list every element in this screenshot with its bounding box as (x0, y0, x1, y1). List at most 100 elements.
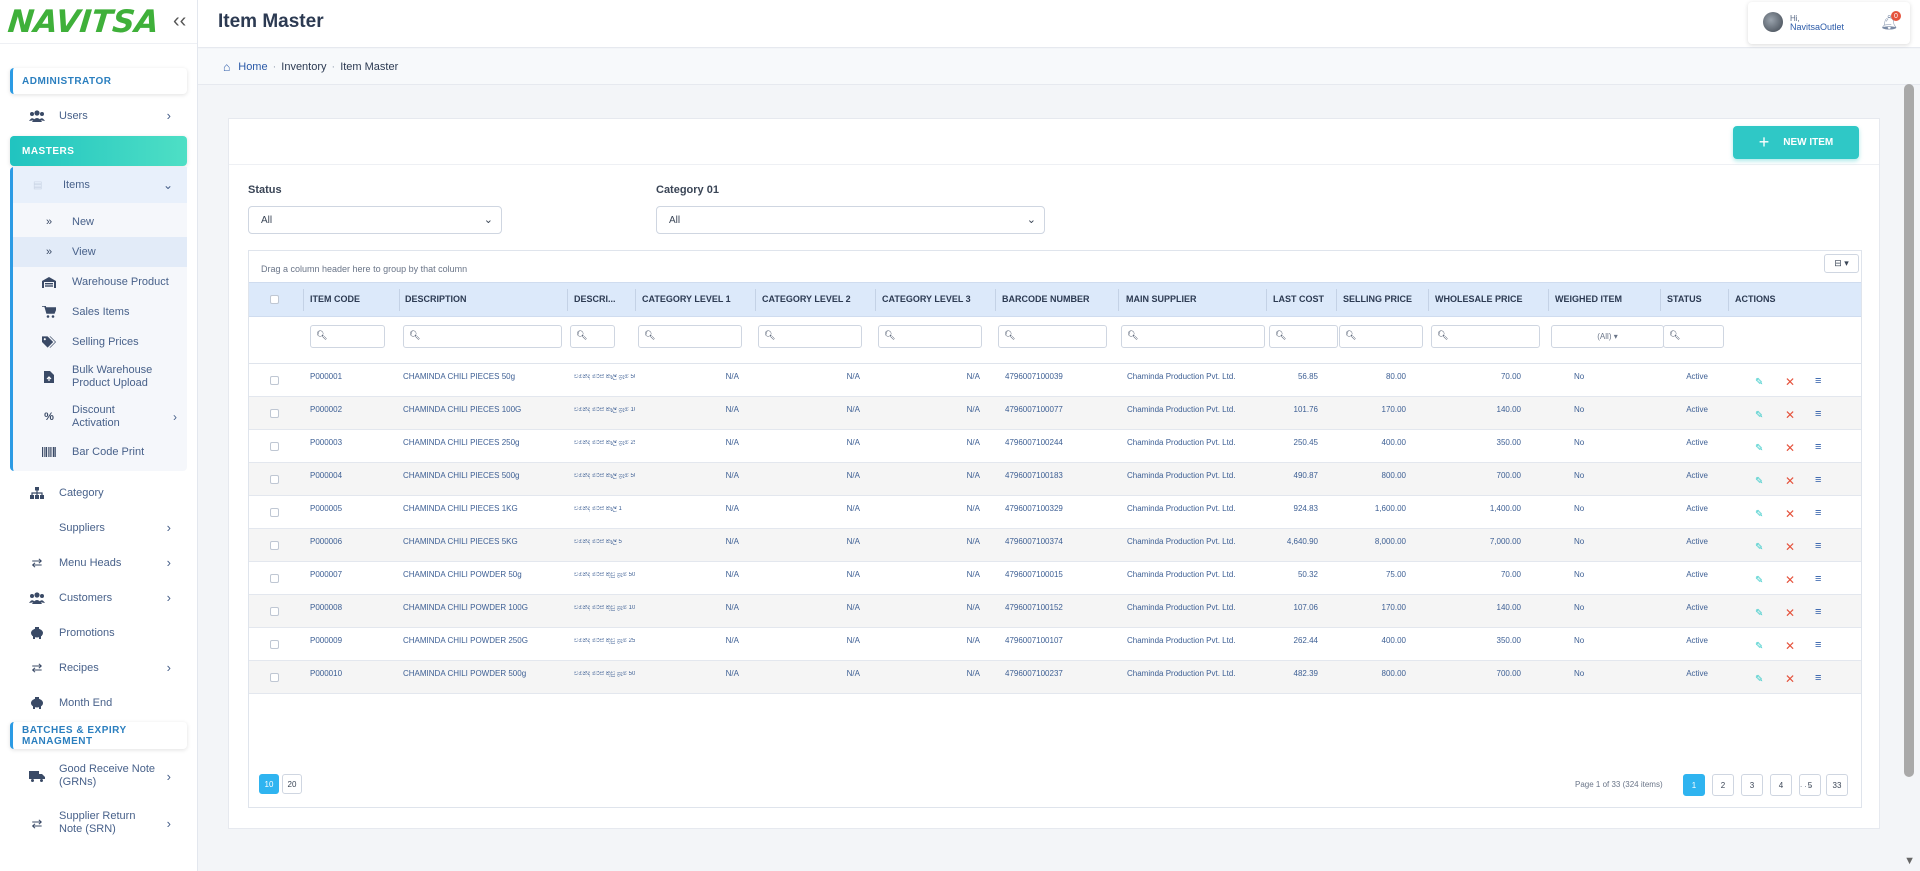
column-header-status[interactable]: STATUS (1667, 294, 1702, 304)
avatar[interactable] (1763, 12, 1783, 32)
delete-icon[interactable]: ✕ (1785, 639, 1795, 653)
row-checkbox[interactable] (270, 640, 279, 649)
menu-icon[interactable]: ≡ (1815, 507, 1821, 519)
new-item-button[interactable]: + NEW ITEM (1733, 126, 1859, 159)
page-last[interactable]: 33 (1826, 774, 1848, 796)
column-separator[interactable] (399, 289, 400, 311)
delete-icon[interactable]: ✕ (1785, 540, 1795, 554)
sidebar-item-items[interactable]: ▤ Items ⌄ (13, 167, 187, 203)
row-checkbox[interactable] (270, 541, 279, 550)
edit-icon[interactable]: ✎ (1755, 410, 1763, 421)
column-header-descri[interactable]: DESCRI... (574, 294, 616, 304)
menu-icon[interactable]: ≡ (1815, 639, 1821, 651)
edit-icon[interactable]: ✎ (1755, 608, 1763, 619)
column-header-main-supplier[interactable]: MAIN SUPPLIER (1126, 294, 1197, 304)
section-header-masters[interactable]: MASTERS (10, 136, 187, 166)
delete-icon[interactable]: ✕ (1785, 507, 1795, 521)
breadcrumb-section[interactable]: Inventory (281, 61, 326, 73)
table-row[interactable]: P000001 CHAMINDA CHILI PIECES 50g චමින්ද ම… (249, 364, 1861, 397)
submenu-warehouse-product[interactable]: Warehouse Product (13, 267, 187, 297)
column-filter-input[interactable]: 🔍︎ (1339, 325, 1423, 348)
edit-icon[interactable]: ✎ (1755, 674, 1763, 685)
column-filter-input[interactable]: 🔍︎ (1121, 325, 1265, 348)
sidebar-item-grn[interactable]: Good Receive Note (GRNs) › (0, 754, 197, 798)
category-filter-select[interactable]: All ⌄ (656, 206, 1045, 234)
column-separator[interactable] (1428, 289, 1429, 311)
column-separator[interactable] (1548, 289, 1549, 311)
sidebar-item-suppliers[interactable]: Suppliers › (0, 510, 197, 545)
column-header-weighed-item[interactable]: WEIGHED ITEM (1555, 294, 1622, 304)
collapse-sidebar-icon[interactable]: ‹‹ (173, 10, 186, 33)
sidebar-item-month-end[interactable]: Month End (0, 685, 197, 720)
column-header-wholesale-price[interactable]: WHOLESALE PRICE (1435, 294, 1523, 304)
table-row[interactable]: P000005 CHAMINDA CHILI PIECES 1KG චමින්ද ම… (249, 496, 1861, 529)
delete-icon[interactable]: ✕ (1785, 672, 1795, 686)
table-row[interactable]: P000009 CHAMINDA CHILI POWDER 250G චමින්ද … (249, 628, 1861, 661)
sidebar-item-recipes[interactable]: ⇄ Recipes › (0, 650, 197, 685)
submenu-bar-code-print[interactable]: Bar Code Print (13, 437, 187, 467)
column-filter-input[interactable]: 🔍︎ (1269, 325, 1338, 348)
column-header-selling-price[interactable]: SELLING PRICE (1343, 294, 1412, 304)
column-header-last-cost[interactable]: LAST COST (1273, 294, 1324, 304)
page-size-20[interactable]: 20 (282, 774, 302, 794)
submenu-sales-items[interactable]: Sales Items (13, 297, 187, 327)
home-icon[interactable]: ⌂ (223, 60, 230, 74)
submenu-new[interactable]: » New (13, 207, 187, 237)
row-checkbox[interactable] (270, 376, 279, 385)
column-separator[interactable] (1728, 289, 1729, 311)
page-scrollbar[interactable] (1904, 84, 1914, 777)
column-separator[interactable] (303, 289, 304, 311)
column-filter-input[interactable]: 🔍︎ (638, 325, 742, 348)
column-chooser-button[interactable]: ⊟ ▾ (1824, 254, 1859, 273)
menu-icon[interactable]: ≡ (1815, 606, 1821, 618)
page-3[interactable]: 3 (1741, 774, 1763, 796)
group-panel[interactable]: Drag a column header here to group by th… (249, 251, 1861, 281)
menu-icon[interactable]: ≡ (1815, 540, 1821, 552)
table-row[interactable]: P000010 CHAMINDA CHILI POWDER 500g චමින්ද … (249, 661, 1861, 694)
submenu-discount-activation[interactable]: % Discount Activation › (13, 397, 187, 437)
user-menu[interactable]: Hi, NavitsaOutlet 🔔︎ 0 (1748, 2, 1910, 44)
table-row[interactable]: P000003 CHAMINDA CHILI PIECES 250g චමින්ද … (249, 430, 1861, 463)
column-header-category-level-2[interactable]: CATEGORY LEVEL 2 (762, 294, 851, 304)
edit-icon[interactable]: ✎ (1755, 476, 1763, 487)
column-filter-input[interactable]: 🔍︎ (998, 325, 1107, 348)
status-filter-select[interactable]: All ⌄ (248, 206, 502, 234)
submenu-view[interactable]: » View (13, 237, 187, 267)
table-row[interactable]: P000004 CHAMINDA CHILI PIECES 500g චමින්ද … (249, 463, 1861, 496)
column-separator[interactable] (635, 289, 636, 311)
column-separator[interactable] (1266, 289, 1267, 311)
row-checkbox[interactable] (270, 508, 279, 517)
row-checkbox[interactable] (270, 475, 279, 484)
sidebar-item-srn[interactable]: ⇄ Supplier Return Note (SRN) › (0, 801, 197, 845)
menu-icon[interactable]: ≡ (1815, 375, 1821, 387)
column-filter-input[interactable]: 🔍︎ (1663, 325, 1724, 348)
column-header-description[interactable]: DESCRIPTION (405, 294, 467, 304)
edit-icon[interactable]: ✎ (1755, 377, 1763, 388)
menu-icon[interactable]: ≡ (1815, 672, 1821, 684)
edit-icon[interactable]: ✎ (1755, 443, 1763, 454)
column-separator[interactable] (1118, 289, 1119, 311)
column-separator[interactable] (567, 289, 568, 311)
delete-icon[interactable]: ✕ (1785, 474, 1795, 488)
column-separator[interactable] (1336, 289, 1337, 311)
column-separator[interactable] (1660, 289, 1661, 311)
row-checkbox[interactable] (270, 409, 279, 418)
delete-icon[interactable]: ✕ (1785, 441, 1795, 455)
delete-icon[interactable]: ✕ (1785, 606, 1795, 620)
edit-icon[interactable]: ✎ (1755, 542, 1763, 553)
page-size-10[interactable]: 10 (259, 774, 279, 794)
column-header-barcode-number[interactable]: BARCODE NUMBER (1002, 294, 1090, 304)
column-header-category-level-3[interactable]: CATEGORY LEVEL 3 (882, 294, 971, 304)
select-all-checkbox[interactable] (270, 295, 279, 304)
edit-icon[interactable]: ✎ (1755, 575, 1763, 586)
sidebar-item-category[interactable]: Category (0, 475, 197, 510)
sidebar-item-users[interactable]: Users › (0, 98, 197, 133)
breadcrumb-home[interactable]: Home (238, 61, 267, 73)
scroll-down-arrow-icon[interactable]: ▼ (1904, 855, 1915, 867)
column-separator[interactable] (755, 289, 756, 311)
page-2[interactable]: 2 (1712, 774, 1734, 796)
column-filter-input[interactable]: 🔍︎ (403, 325, 562, 348)
column-separator[interactable] (995, 289, 996, 311)
column-filter-input[interactable]: 🔍︎ (310, 325, 385, 348)
column-header-item-code[interactable]: ITEM CODE (310, 294, 360, 304)
